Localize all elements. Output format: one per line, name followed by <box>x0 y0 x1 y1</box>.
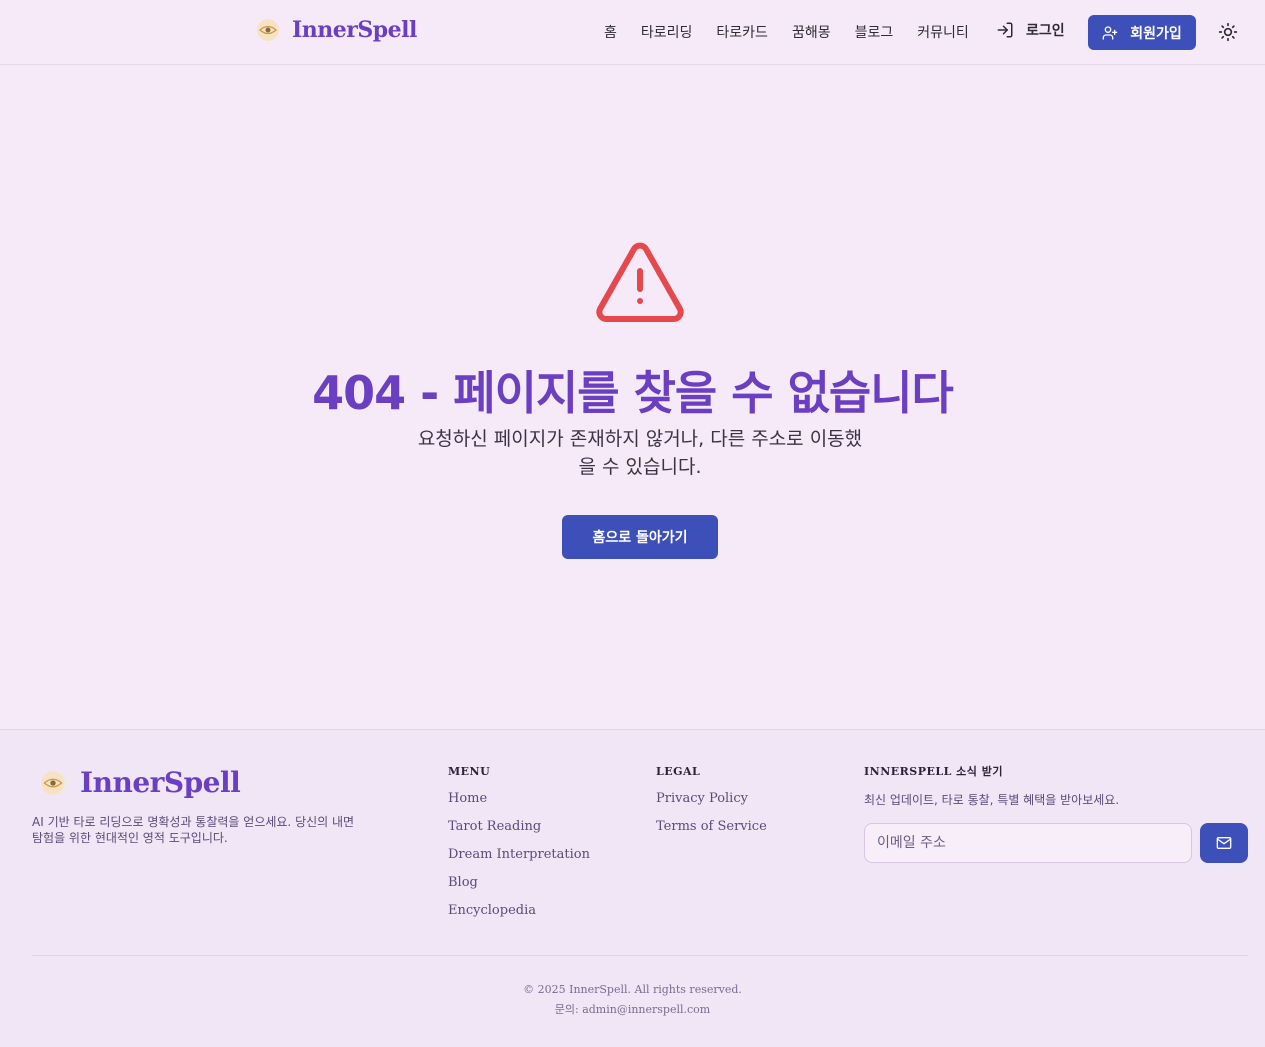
nav-tarot-cards[interactable]: 타로카드 <box>704 20 780 44</box>
footer-link-encyclopedia[interactable]: Encyclopedia <box>448 903 590 921</box>
login-icon <box>997 22 1013 38</box>
footer-description: AI 기반 타로 리딩으로 명확성과 통찰력을 얻으세요. 당신의 내면 탐험을… <box>32 815 355 845</box>
footer-link-home[interactable]: Home <box>448 791 590 809</box>
brand-logo[interactable]: InnerSpell <box>254 16 417 44</box>
site-header: InnerSpell 홈 타로리딩 타로카드 꿈해몽 블로그 커뮤니티 로그인 … <box>0 0 1265 65</box>
logo-eye-icon <box>41 770 65 795</box>
footer-link-privacy[interactable]: Privacy Policy <box>656 791 767 809</box>
footer-legal-links: Privacy Policy Terms of Service <box>656 791 767 837</box>
nav-community[interactable]: 커뮤니티 <box>905 20 981 44</box>
footer-divider <box>32 955 1248 956</box>
main-nav: 홈 타로리딩 타로카드 꿈해몽 블로그 커뮤니티 <box>592 20 981 44</box>
not-found-section: 404 - 페이지를 찾을 수 없습니다 요청하신 페이지가 존재하지 않거나,… <box>0 65 1265 730</box>
footer-brand-logo[interactable]: InnerSpell <box>38 766 241 799</box>
newsletter-email-input[interactable] <box>864 823 1192 863</box>
login-label: 로그인 <box>1026 23 1065 39</box>
warning-icon <box>596 242 684 322</box>
contact-text: 문의: admin@innerspell.com <box>554 1003 711 1016</box>
signup-label: 회원가입 <box>1130 25 1182 42</box>
signup-button[interactable]: 회원가입 <box>1088 15 1196 50</box>
newsletter-submit-button[interactable] <box>1200 823 1248 863</box>
nav-home[interactable]: 홈 <box>592 20 629 44</box>
site-footer: InnerSpell AI 기반 타로 리딩으로 명확성과 통찰력을 얻으세요.… <box>0 729 1265 1047</box>
back-home-button[interactable]: 홈으로 돌아가기 <box>562 515 718 559</box>
logo-eye-icon <box>257 19 279 41</box>
footer-menu-title: MENU <box>448 765 491 778</box>
nav-dream[interactable]: 꿈해몽 <box>780 20 843 44</box>
footer-menu-links: Home Tarot Reading Dream Interpretation … <box>448 791 590 921</box>
footer-link-terms[interactable]: Terms of Service <box>656 819 767 837</box>
footer-link-dream-interpretation[interactable]: Dream Interpretation <box>448 847 590 865</box>
footer-link-blog[interactable]: Blog <box>448 875 590 893</box>
nav-tarot-reading[interactable]: 타로리딩 <box>629 20 705 44</box>
page-title: 404 - 페이지를 찾을 수 없습니다 <box>312 366 954 420</box>
brand-name: InnerSpell <box>292 17 417 43</box>
footer-link-tarot-reading[interactable]: Tarot Reading <box>448 819 590 837</box>
sun-icon[interactable] <box>1218 22 1238 42</box>
footer-legal-title: LEGAL <box>656 765 701 778</box>
login-link[interactable]: 로그인 <box>996 20 1065 40</box>
footer-copyright: © 2025 InnerSpell. All rights reserved. … <box>0 980 1265 1020</box>
newsletter-description: 최신 업데이트, 타로 통찰, 특별 혜택을 받아보세요. <box>864 793 1120 807</box>
page-subtitle: 요청하신 페이지가 존재하지 않거나, 다른 주소로 이동했을 수 있습니다. <box>417 428 863 478</box>
nav-blog[interactable]: 블로그 <box>843 20 906 44</box>
copyright-text: © 2025 InnerSpell. All rights reserved. <box>523 983 742 996</box>
footer-brand-name: InnerSpell <box>80 766 241 799</box>
newsletter-title: INNERSPELL 소식 받기 <box>864 765 1003 778</box>
user-plus-icon <box>1102 25 1118 40</box>
mail-icon <box>1216 837 1232 849</box>
